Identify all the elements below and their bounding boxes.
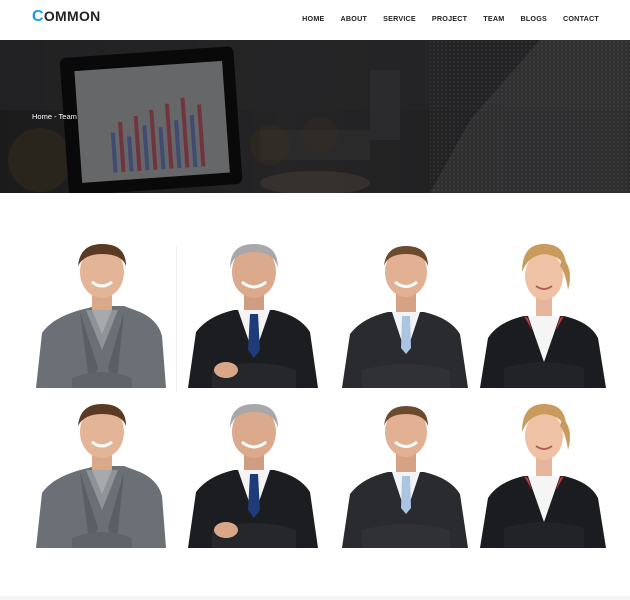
team-member-photo bbox=[36, 404, 166, 548]
team-member-card[interactable] bbox=[336, 238, 476, 390]
breadcrumb: Home - Team bbox=[32, 112, 77, 121]
nav-service[interactable]: SERVICE bbox=[383, 14, 416, 23]
team-member-photo bbox=[480, 404, 606, 548]
nav-blogs[interactable]: BLOGS bbox=[520, 14, 547, 23]
team-member-card[interactable] bbox=[474, 398, 614, 550]
footer-edge bbox=[0, 596, 630, 600]
main-nav: HOME ABOUT SERVICE PROJECT TEAM BLOGS CO… bbox=[302, 14, 599, 23]
team-member-card[interactable] bbox=[32, 238, 172, 390]
logo[interactable]: COMMON bbox=[32, 8, 101, 26]
team-member-card[interactable] bbox=[184, 238, 324, 390]
nav-home[interactable]: HOME bbox=[302, 14, 324, 23]
team-member-photo bbox=[36, 244, 166, 388]
nav-team[interactable]: TEAM bbox=[483, 14, 504, 23]
nav-project[interactable]: PROJECT bbox=[432, 14, 467, 23]
team-member-card[interactable] bbox=[474, 238, 614, 390]
nav-contact[interactable]: CONTACT bbox=[563, 14, 599, 23]
team-member-photo bbox=[480, 244, 606, 388]
team-member-card[interactable] bbox=[184, 398, 324, 550]
logo-first-letter: C bbox=[32, 8, 44, 25]
column-divider bbox=[176, 246, 177, 392]
team-member-photo bbox=[342, 406, 468, 548]
logo-rest: OMMON bbox=[43, 8, 101, 24]
site-header: COMMON HOME ABOUT SERVICE PROJECT TEAM B… bbox=[0, 0, 630, 40]
team-member-photo bbox=[188, 404, 318, 548]
nav-about[interactable]: ABOUT bbox=[341, 14, 368, 23]
hero-background-image bbox=[0, 40, 630, 193]
team-member-card[interactable] bbox=[32, 398, 172, 550]
team-member-photo bbox=[342, 246, 468, 388]
hero-banner: Home - Team bbox=[0, 40, 630, 193]
team-member-card[interactable] bbox=[336, 398, 476, 550]
team-member-photo bbox=[188, 244, 318, 388]
